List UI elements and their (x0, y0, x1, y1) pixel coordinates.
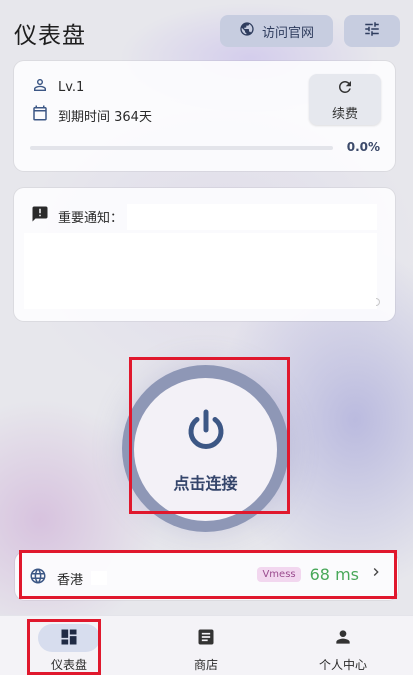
level-text: Lv.1 (58, 79, 85, 95)
settings-tune-button[interactable] (344, 15, 400, 47)
announcement-icon (31, 205, 49, 227)
renew-label: 续费 (331, 106, 358, 122)
nav-pill-profile (312, 624, 374, 652)
highlight-nav-dashboard (27, 619, 101, 675)
notice-card: 重要通知： (14, 188, 395, 321)
nav-item-profile[interactable]: 个人中心 (274, 616, 412, 675)
person-outline-icon (31, 76, 49, 98)
notice-title-redacted (127, 204, 377, 230)
refresh-icon (336, 78, 354, 100)
notice-title: 重要通知： (58, 210, 124, 226)
account-card: Lv.1 到期时间 364天 续费 0.0% (14, 61, 395, 171)
calendar-icon (31, 104, 49, 126)
person-icon (333, 627, 353, 650)
globe-icon (239, 21, 255, 41)
expiry-text: 到期时间 364天 (58, 109, 152, 125)
page-title: 仪表盘 (14, 23, 86, 49)
usage-percent: 0.0% (346, 140, 380, 154)
nav-label-shop: 商店 (193, 658, 218, 672)
renew-button[interactable]: 续费 (309, 74, 381, 125)
notice-content (24, 233, 377, 309)
tune-icon (363, 20, 381, 42)
level-row: Lv.1 (31, 76, 84, 98)
expiry-row: 到期时间 364天 (31, 104, 152, 126)
shop-icon (196, 627, 216, 650)
visit-site-label: 访问官网 (261, 25, 314, 41)
visit-site-button[interactable]: 访问官网 (220, 15, 333, 47)
highlight-connect (129, 357, 290, 514)
nav-label-profile: 个人中心 (318, 658, 367, 672)
notice-scroll-indicator (376, 298, 380, 306)
nav-item-shop[interactable]: 商店 (137, 616, 275, 675)
usage-progress-bar (30, 146, 333, 150)
highlight-node (19, 550, 397, 599)
notice-header: 重要通知： (31, 205, 123, 227)
nav-pill-shop (175, 624, 237, 652)
